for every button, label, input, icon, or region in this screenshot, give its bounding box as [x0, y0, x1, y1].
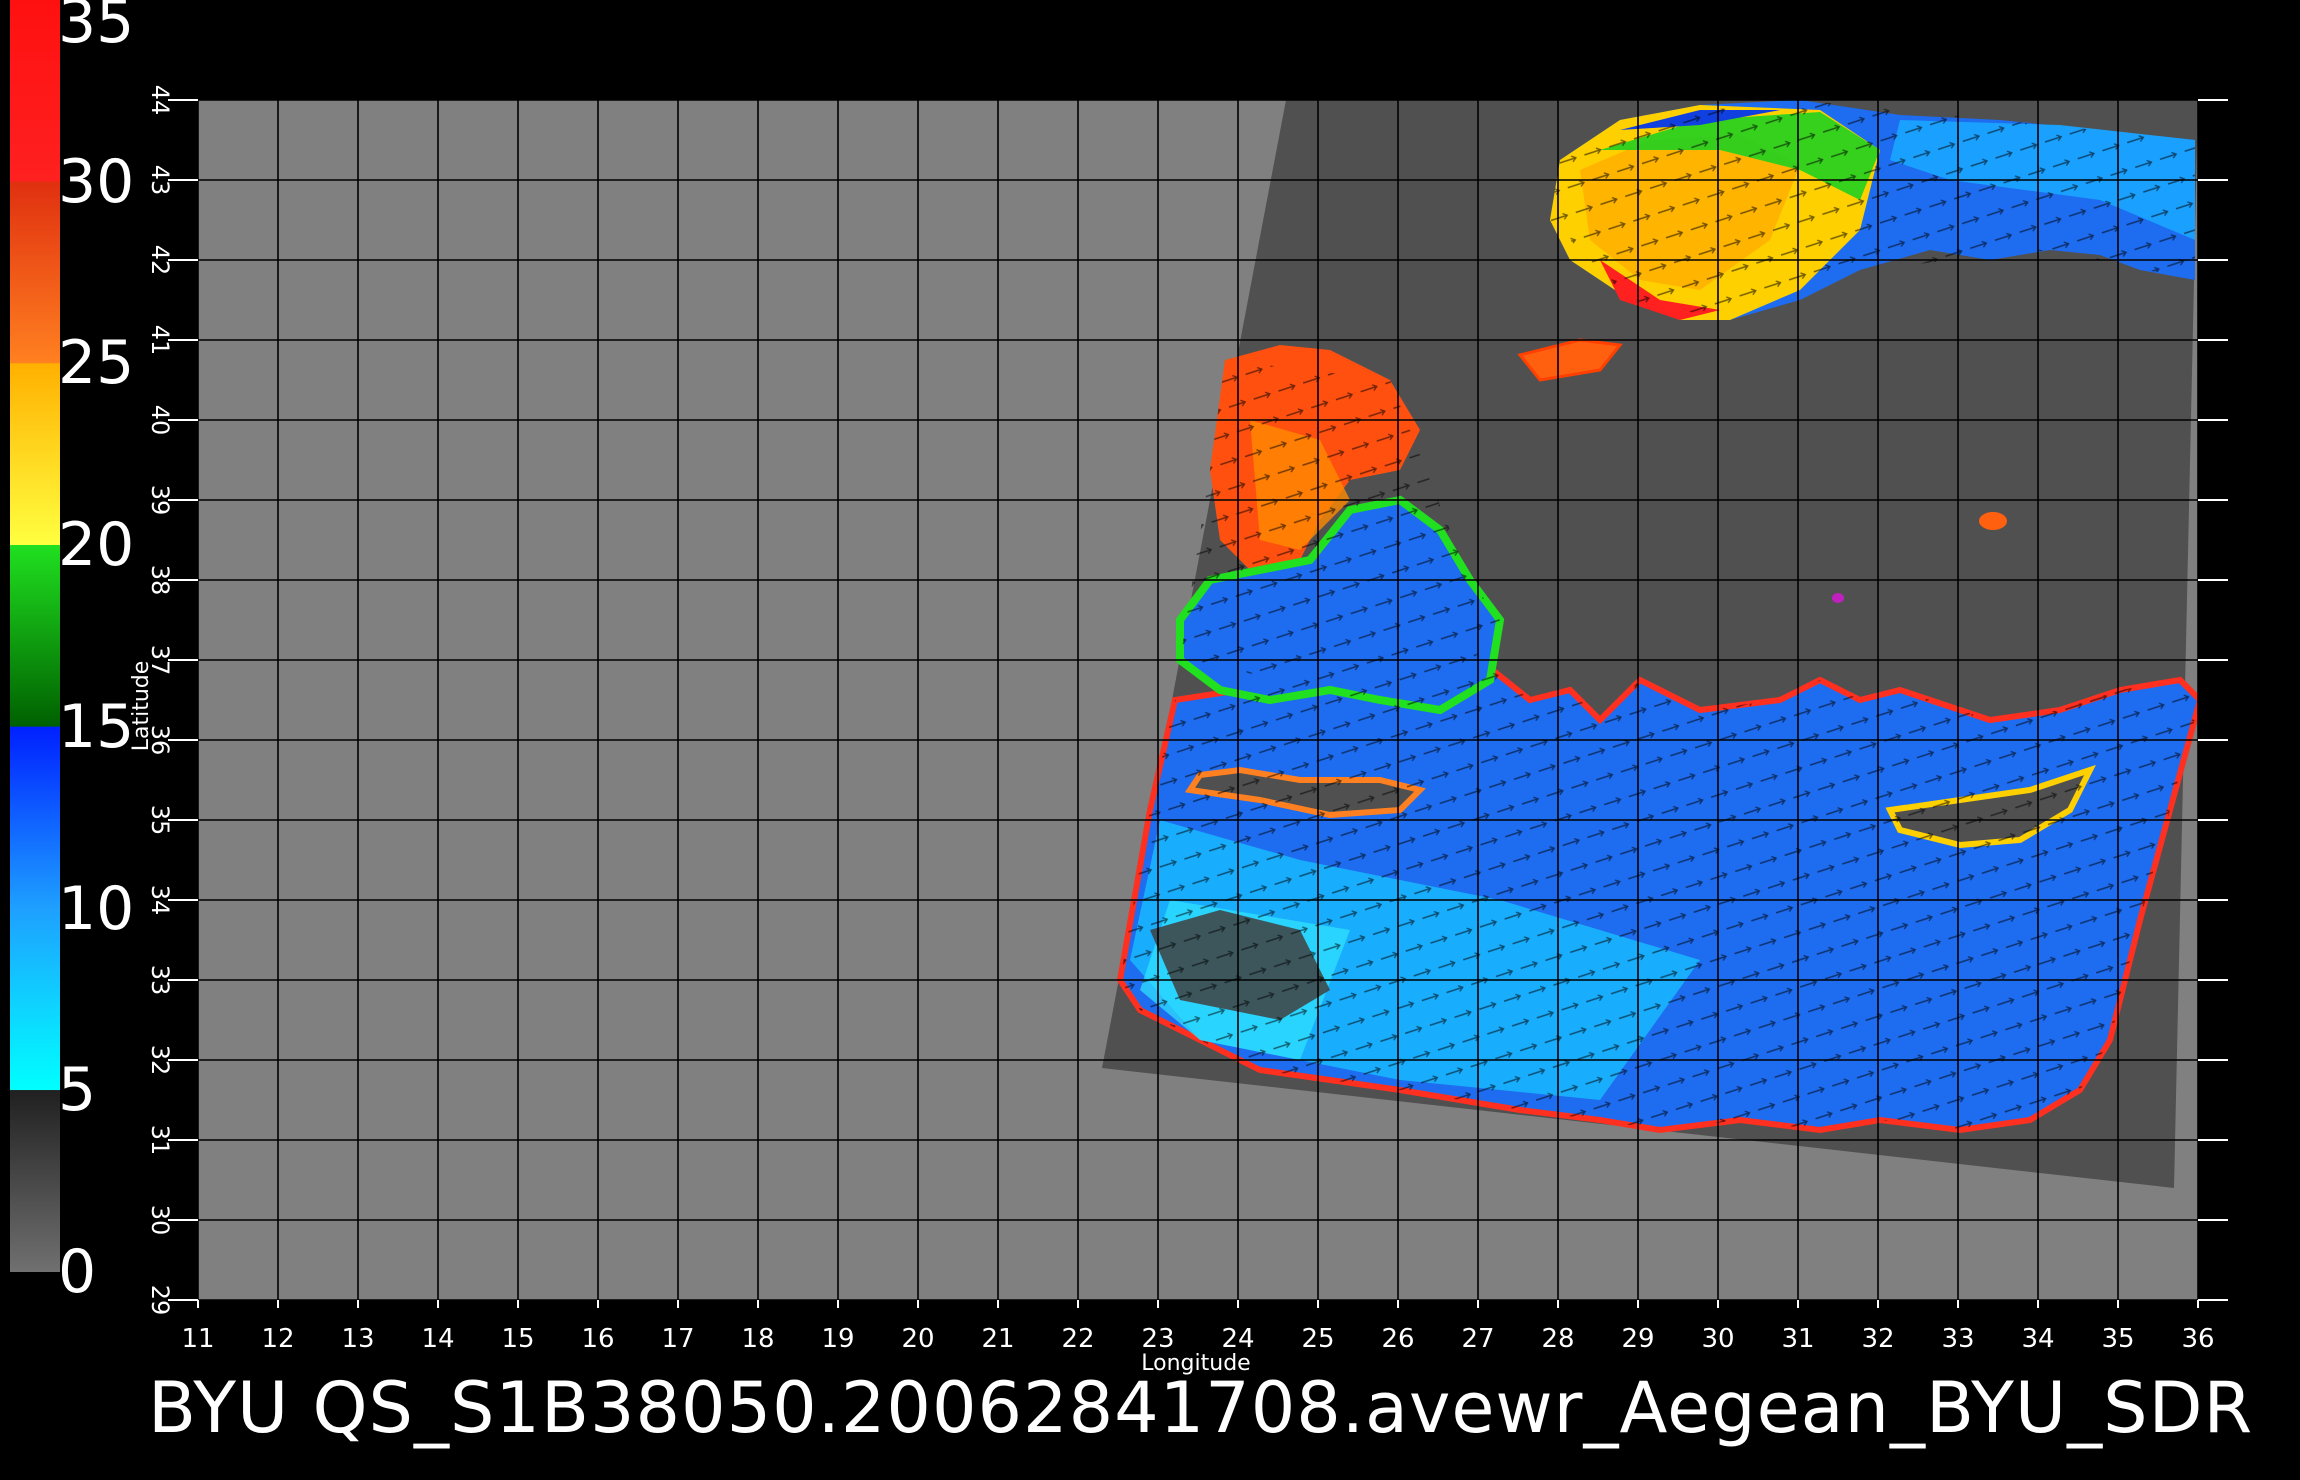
x-tick-label: 31 — [1781, 1324, 1814, 1354]
x-tick-labels: 11 12 13 14 15 16 17 18 19 20 21 22 23 24 25 26 27 28 29 30… — [181, 1324, 2214, 1354]
x-tick-label: 11 — [181, 1324, 214, 1354]
x-tick-label: 35 — [2101, 1324, 2134, 1354]
x-tick-label: 34 — [2021, 1324, 2054, 1354]
x-tick-label: 25 — [1301, 1324, 1334, 1354]
colorbar-tick-label: 25 — [58, 328, 135, 399]
y-tick-label: 35 — [146, 805, 174, 836]
colorbar — [10, 0, 60, 1272]
y-tick-label: 42 — [146, 245, 174, 276]
image-caption: BYU QS_S1B38050.20062841708.avewr_Aegean… — [148, 1367, 2254, 1449]
x-tick-label: 26 — [1381, 1324, 1414, 1354]
colorbar-tick-label: 10 — [58, 873, 135, 944]
y-tick-label: 43 — [146, 165, 174, 196]
x-tick-label: 22 — [1061, 1324, 1094, 1354]
y-tick-label: 29 — [146, 1285, 174, 1316]
y-tick-label: 33 — [146, 965, 174, 996]
x-tick-label: 19 — [821, 1324, 854, 1354]
x-tick-label: 18 — [741, 1324, 774, 1354]
y-tick-label: 31 — [146, 1125, 174, 1156]
colorbar-tick-label: 35 — [58, 0, 135, 57]
x-tick-label: 16 — [581, 1324, 614, 1354]
colorbar-tick-label: 5 — [58, 1055, 97, 1126]
sea-spot — [1979, 512, 2007, 530]
y-tick-label: 34 — [146, 885, 174, 916]
y-tick-label: 38 — [146, 565, 174, 596]
x-tick-label: 15 — [501, 1324, 534, 1354]
x-tick-label: 29 — [1621, 1324, 1654, 1354]
y-tick-label: 30 — [146, 1205, 174, 1236]
x-tick-label: 23 — [1141, 1324, 1174, 1354]
map-figure: 11 12 13 14 15 16 17 18 19 20 21 22 23 24 25 26 27 28 29 30… — [10, 0, 2228, 1376]
x-tick-label: 14 — [421, 1324, 454, 1354]
x-tick-label: 13 — [341, 1324, 374, 1354]
y-tick-label: 40 — [146, 405, 174, 436]
x-tick-label: 12 — [261, 1324, 294, 1354]
sea-spot — [1832, 593, 1844, 603]
x-tick-label: 17 — [661, 1324, 694, 1354]
y-tick-label: 39 — [146, 485, 174, 516]
colorbar-bar — [10, 0, 60, 1272]
x-tick-label: 20 — [901, 1324, 934, 1354]
x-tick-label: 30 — [1701, 1324, 1734, 1354]
colorbar-tick-label: 15 — [58, 691, 135, 762]
x-tick-label: 24 — [1221, 1324, 1254, 1354]
colorbar-tick-label: 20 — [58, 510, 135, 581]
x-tick-label: 36 — [2181, 1324, 2214, 1354]
colorbar-tick-label: 0 — [58, 1237, 97, 1307]
colorbar-tick-label: 30 — [58, 146, 135, 217]
y-tick-label: 44 — [146, 85, 174, 116]
x-tick-label: 32 — [1861, 1324, 1894, 1354]
y-tick-label: 32 — [146, 1045, 174, 1076]
map-plot: 11 12 13 14 15 16 17 18 19 20 21 22 23 24 25 26 27 28 29 30… — [129, 70, 2228, 1376]
y-tick-label: 41 — [146, 325, 174, 356]
x-tick-label: 33 — [1941, 1324, 1974, 1354]
x-tick-label: 27 — [1461, 1324, 1494, 1354]
x-tick-label: 21 — [981, 1324, 1014, 1354]
x-tick-label: 28 — [1541, 1324, 1574, 1354]
